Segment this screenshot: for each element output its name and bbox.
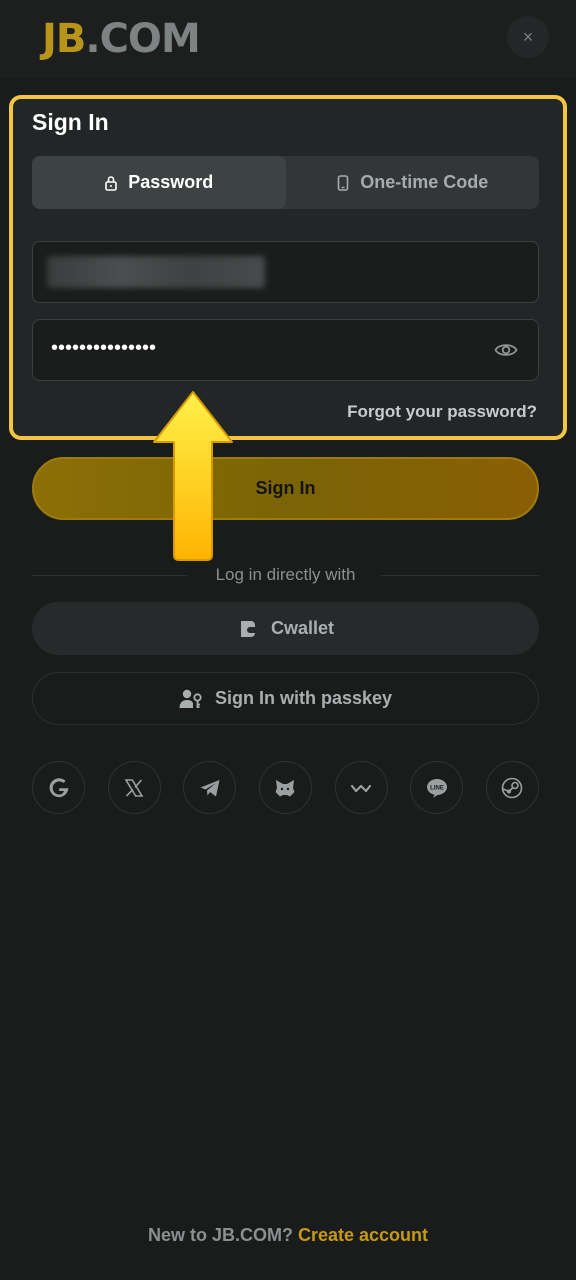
tab-password-label: Password xyxy=(128,172,214,192)
forgot-password-link[interactable]: Forgot your password? xyxy=(347,402,537,422)
x-icon xyxy=(124,778,144,797)
signin-panel: Sign In Password One-time Code •••••••••… xyxy=(9,95,567,440)
pointer-arrow-icon xyxy=(153,391,233,561)
metamask-login-button[interactable] xyxy=(258,761,312,814)
footer: New to JB.COM? Create account xyxy=(0,1225,576,1246)
telegram-icon xyxy=(200,779,220,796)
passkey-button[interactable]: Sign In with passkey xyxy=(32,672,539,725)
create-account-link[interactable]: Create account xyxy=(298,1225,428,1245)
walletconnect-icon xyxy=(351,784,372,792)
line-login-button[interactable]: LINE xyxy=(410,761,464,814)
header: JB.COM × xyxy=(0,0,576,78)
username-input[interactable] xyxy=(32,241,539,303)
steam-login-button[interactable] xyxy=(485,761,539,814)
tab-one-time-code-label: One-time Code xyxy=(360,172,489,192)
divider-line-right xyxy=(381,575,539,576)
brand-logo[interactable]: JB.COM xyxy=(42,16,201,62)
eye-icon[interactable] xyxy=(494,339,518,361)
passkey-label: Sign In with passkey xyxy=(214,688,393,708)
metamask-icon xyxy=(275,779,295,796)
telegram-login-button[interactable] xyxy=(183,761,237,814)
lock-icon xyxy=(105,175,118,191)
signin-button-label: Sign In xyxy=(255,478,316,498)
password-value: ••••••••••••••• xyxy=(51,337,157,359)
close-icon: × xyxy=(522,26,534,47)
line-icon: LINE xyxy=(426,778,447,798)
phone-icon xyxy=(337,174,349,191)
social-login-row: LINE xyxy=(32,761,539,814)
redacted-username xyxy=(47,256,265,288)
tab-one-time-code[interactable]: One-time Code xyxy=(286,156,540,209)
signin-title: Sign In xyxy=(32,109,109,135)
login-divider: Log in directly with xyxy=(32,562,539,588)
footer-prompt: New to JB.COM? xyxy=(147,1225,293,1245)
passkey-icon xyxy=(179,689,202,708)
cwallet-label: Cwallet xyxy=(270,618,335,638)
login-method-tabs: Password One-time Code xyxy=(32,156,539,209)
close-button[interactable]: × xyxy=(507,16,549,58)
x-login-button[interactable] xyxy=(107,761,161,814)
cwallet-button[interactable]: Cwallet xyxy=(32,602,539,655)
password-input[interactable]: ••••••••••••••• xyxy=(32,319,539,381)
svg-text:LINE: LINE xyxy=(430,785,444,791)
signin-button[interactable]: Sign In xyxy=(32,457,539,520)
cwallet-icon xyxy=(240,620,255,637)
logo-jb: JB xyxy=(42,16,86,62)
logo-com: COM xyxy=(99,16,201,62)
google-login-button[interactable] xyxy=(32,761,85,814)
google-icon xyxy=(49,777,68,797)
steam-icon xyxy=(502,777,523,798)
logo-dot: . xyxy=(85,16,100,62)
walletconnect-login-button[interactable] xyxy=(334,761,388,814)
tab-password[interactable]: Password xyxy=(32,156,286,209)
